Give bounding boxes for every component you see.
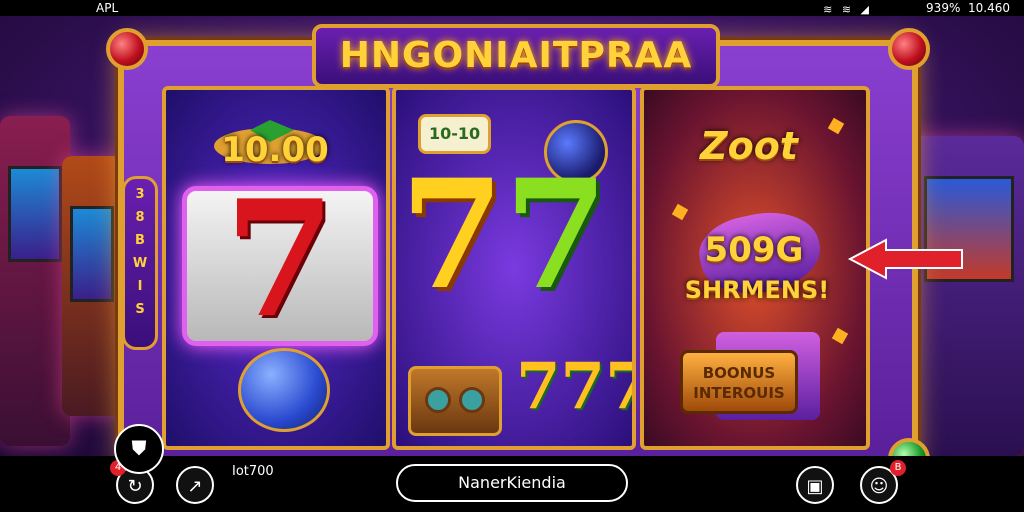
sparkle-icon: [671, 203, 689, 221]
status-bar: APL ≋ ≋ ◢ 939% 10.460: [0, 0, 1024, 16]
status-app-label: APL: [96, 1, 119, 15]
battery-text: 939%: [926, 1, 961, 15]
reel3-top-text: Zoot: [700, 124, 798, 168]
corner-gem-icon: [106, 28, 148, 70]
credit-counter: Iot700: [232, 464, 274, 479]
arcade-cabinet-left: [0, 116, 70, 446]
reel1-value: 10.00: [221, 130, 329, 170]
red-arrow-icon: [847, 238, 963, 280]
bonus-feature-box[interactable]: BOONUS INTEROUIS: [680, 350, 798, 414]
bonus-line: INTEROUIS: [693, 384, 785, 402]
profile-badge: B: [890, 460, 906, 476]
share-button[interactable]: ↗: [176, 466, 214, 504]
status-right: 939% 10.460: [926, 0, 1010, 16]
side-panel-char: 3: [135, 187, 145, 202]
side-paytable-panel[interactable]: 3 8 B W I S: [122, 176, 158, 350]
game-title-plate: HNGONIAITPRAA: [312, 24, 720, 88]
side-panel-char: B: [135, 233, 145, 248]
reel-3: Zoot 509G SHRMENS! BOONUS INTEROUIS: [640, 86, 870, 450]
treasure-chest-icon: [408, 366, 502, 436]
arcade-cabinet-left-2: [62, 156, 122, 416]
arcade-cabinet-right: [906, 136, 1024, 456]
shield-button[interactable]: ⛊: [114, 424, 164, 474]
triple-seven-symbol: 777: [516, 349, 632, 424]
yellow-seven-symbol: 7: [400, 147, 505, 323]
center-pill-button[interactable]: NanerKiendia: [396, 464, 628, 502]
info-button[interactable]: ▣: [796, 466, 834, 504]
game-title: HNGONIAITPRAA: [339, 35, 693, 76]
sparkle-icon: [831, 327, 849, 345]
seven-symbol-box: 7: [182, 179, 378, 346]
reel-1: 10.00 7: [162, 86, 390, 450]
side-panel-char: W: [132, 256, 148, 271]
red-seven-symbol: 7: [224, 165, 336, 353]
clock: 10.460: [968, 1, 1010, 15]
green-seven-symbol: 7: [504, 147, 609, 323]
side-panel-char: S: [135, 302, 145, 317]
win-value: 509G: [704, 230, 804, 270]
bonus-line: BOONUS: [702, 364, 776, 382]
side-panel-char: 8: [135, 210, 145, 225]
sparkle-icon: [827, 117, 845, 135]
win-label: SHRMENS!: [684, 276, 830, 304]
blue-egg-icon: [238, 348, 330, 432]
corner-gem-icon: [888, 28, 930, 70]
side-panel-char: I: [137, 279, 143, 294]
reel-2: 10-10 7 7 777: [392, 86, 636, 450]
